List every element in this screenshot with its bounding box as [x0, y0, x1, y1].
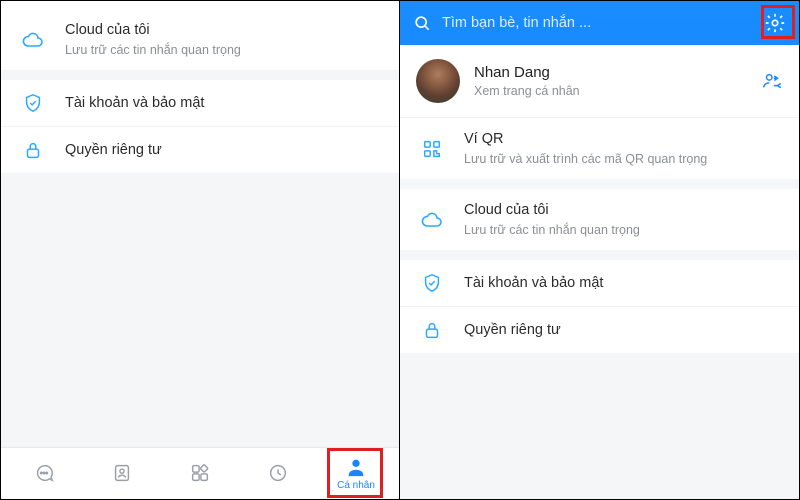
item-cloud-sub: Lưu trữ các tin nhắn quan trọng — [65, 42, 383, 58]
item-privacy[interactable]: Quyền riêng tư — [1, 127, 399, 173]
item-qr-sub: Lưu trữ và xuất trình các mã QR quan trọ… — [464, 151, 783, 167]
lock-icon — [418, 319, 446, 341]
nav-contacts[interactable] — [83, 462, 161, 486]
shield-icon — [19, 92, 47, 114]
qr-icon — [418, 138, 446, 160]
search-icon — [410, 11, 434, 35]
item-privacy-r-title: Quyền riêng tư — [464, 322, 561, 338]
shield-icon — [418, 272, 446, 294]
item-cloud-r-sub: Lưu trữ các tin nhắn quan trọng — [464, 222, 783, 238]
item-cloud-r-title: Cloud của tôi — [464, 202, 549, 218]
nav-personal-label: Cá nhân — [337, 480, 375, 491]
nav-personal[interactable]: Cá nhân — [317, 456, 395, 491]
avatar — [416, 59, 460, 103]
swap-user-icon[interactable] — [761, 70, 783, 92]
nav-more[interactable] — [161, 462, 239, 486]
item-qr-title: Ví QR — [464, 131, 503, 147]
top-search-bar[interactable]: Tìm bạn bè, tin nhắn ... — [400, 1, 799, 45]
item-privacy-r[interactable]: Quyền riêng tư — [400, 307, 799, 353]
item-account-title: Tài khoản và bảo mật — [65, 95, 204, 111]
settings-button[interactable] — [761, 9, 789, 37]
item-account-r[interactable]: Tài khoản và bảo mật — [400, 260, 799, 307]
search-placeholder: Tìm bạn bè, tin nhắn ... — [442, 15, 761, 31]
nav-messages[interactable] — [5, 462, 83, 486]
item-cloud-r[interactable]: Cloud của tôi Lưu trữ các tin nhắn quan … — [400, 189, 799, 250]
gear-icon — [764, 12, 786, 34]
item-qr[interactable]: Ví QR Lưu trữ và xuất trình các mã QR qu… — [400, 118, 799, 179]
profile-row[interactable]: Nhan Dang Xem trang cá nhân — [400, 45, 799, 118]
item-cloud[interactable]: Cloud của tôi Lưu trữ các tin nhắn quan … — [1, 9, 399, 70]
nav-recent[interactable] — [239, 462, 317, 486]
cloud-icon — [418, 208, 446, 232]
lock-icon — [19, 139, 47, 161]
item-cloud-title: Cloud của tôi — [65, 22, 150, 38]
bottom-nav: Cá nhân — [1, 447, 399, 499]
profile-name: Nhan Dang — [474, 64, 761, 81]
item-account-r-title: Tài khoản và bảo mật — [464, 275, 603, 291]
left-list-section: Cloud của tôi Lưu trữ các tin nhắn quan … — [1, 9, 399, 70]
profile-sub: Xem trang cá nhân — [474, 84, 761, 98]
cloud-icon — [19, 28, 47, 52]
left-pane: Cloud của tôi Lưu trữ các tin nhắn quan … — [1, 1, 400, 499]
right-pane: Tìm bạn bè, tin nhắn ... Nhan Dang Xem t… — [400, 1, 799, 499]
item-privacy-title: Quyền riêng tư — [65, 142, 162, 158]
item-account[interactable]: Tài khoản và bảo mật — [1, 80, 399, 127]
